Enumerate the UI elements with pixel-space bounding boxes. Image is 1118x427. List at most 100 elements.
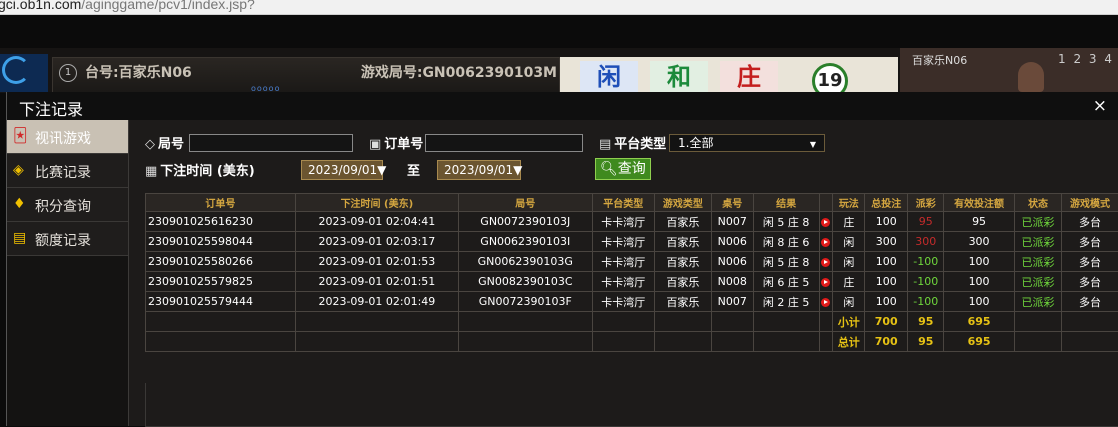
diamond-icon: ♦	[13, 197, 26, 211]
query-button[interactable]: 🔍︎查询	[595, 158, 651, 180]
table-cell: GN0082390103C	[459, 272, 592, 292]
table-cell: 230901025579825	[146, 272, 296, 292]
play-video-icon[interactable]	[819, 212, 833, 232]
play-video-icon[interactable]	[819, 232, 833, 252]
round-input[interactable]	[189, 134, 353, 152]
platform-select[interactable]: 1.全部▼	[669, 134, 825, 152]
column-header: 玩法	[833, 194, 865, 212]
table-cell: 95	[944, 212, 1015, 232]
bet-record-modal: 下注记录 × 🃏 视讯游戏 ◈ 比赛记录 ♦ 积分查询 ▤ 额度记录 ◇局号 ▣…	[6, 92, 1118, 426]
table-cell: GN0062390103G	[459, 252, 592, 272]
table-cell: 多台	[1062, 232, 1118, 252]
table-cell	[819, 312, 833, 332]
total-row: 总计70095695	[146, 332, 1118, 352]
document-icon: ▤	[13, 231, 26, 245]
subtotal-payout: 95	[908, 312, 944, 332]
table-cell	[295, 312, 458, 332]
player-bet-area[interactable]: 闲	[580, 61, 638, 93]
table-row[interactable]: 2309010255798252023-09-01 02:01:51GN0082…	[146, 272, 1118, 292]
sidebar-item-label: 积分查询	[35, 196, 91, 216]
dealer-image	[1018, 62, 1044, 92]
platform-label-text: 平台类型	[614, 137, 666, 152]
date-to-value: 2023/09/01	[444, 163, 513, 177]
platform-label: ▤平台类型	[599, 133, 666, 152]
table-cell: N008	[711, 272, 753, 292]
table-row[interactable]: 2309010255802662023-09-01 02:01:53GN0062…	[146, 252, 1118, 272]
table-cell	[711, 332, 753, 352]
sidebar-item-live-games[interactable]: 🃏 视讯游戏	[7, 120, 128, 154]
table-cell: 95	[908, 212, 944, 232]
table-cell: N006	[711, 252, 753, 272]
table-cell: 2023-09-01 02:03:17	[295, 232, 458, 252]
table-cell: 2023-09-01 02:01:49	[295, 292, 458, 312]
sidebar-item-match-records[interactable]: ◈ 比赛记录	[7, 154, 128, 188]
table-cell: 300	[944, 232, 1015, 252]
close-icon[interactable]: ×	[1093, 96, 1107, 116]
table-cell	[592, 332, 654, 352]
total-bet: 700	[865, 332, 908, 352]
table-cell	[1014, 312, 1061, 332]
sidebar-item-credit-records[interactable]: ▤ 额度记录	[7, 222, 128, 256]
play-icon[interactable]	[821, 238, 830, 247]
table-cell: 卡卡湾厅	[592, 212, 654, 232]
table-cell: 多台	[1062, 252, 1118, 272]
table-cell: 300	[908, 232, 944, 252]
brand-logo	[0, 54, 48, 92]
table-cell: 已派彩	[1014, 292, 1061, 312]
banker-bet-area[interactable]: 庄	[720, 61, 778, 93]
play-video-icon[interactable]	[819, 272, 833, 292]
table-cell: 100	[865, 212, 908, 232]
play-icon[interactable]	[821, 218, 830, 227]
table-cell: 2023-09-01 02:01:51	[295, 272, 458, 292]
table-cell: 卡卡湾厅	[592, 292, 654, 312]
betting-board: 闲 和 庄 19	[560, 57, 898, 93]
modal-header: 下注记录 ×	[7, 92, 1118, 120]
game-table-info: 1 台号:百家乐N06 游戏局号:GN0062390103M ooooo	[52, 57, 560, 95]
subtotal-label: 小计	[833, 312, 865, 332]
table-cell: 闲 8 庄 6	[753, 232, 819, 252]
browser-address-bar[interactable]: gci.ob1n.com/aginggame/pcv1/index.jsp?	[0, 0, 1118, 15]
table-cell: 闲 2 庄 5	[753, 292, 819, 312]
sidebar-item-label: 额度记录	[35, 230, 91, 250]
play-video-icon[interactable]	[819, 252, 833, 272]
date-to-picker[interactable]: 2023/09/01▼	[437, 160, 521, 180]
date-from-picker[interactable]: 2023/09/01▼	[301, 160, 383, 180]
table-cell	[1062, 332, 1118, 352]
table-cell: 100	[944, 272, 1015, 292]
column-header	[819, 194, 833, 212]
table-preview[interactable]: 百家乐N06 1 2 3 4	[900, 48, 1118, 93]
table-cell	[1062, 312, 1118, 332]
table-cell	[753, 312, 819, 332]
sidebar-item-label: 视讯游戏	[35, 128, 91, 148]
column-header: 局号	[459, 194, 592, 212]
table-cell: 已派彩	[1014, 272, 1061, 292]
play-icon[interactable]	[821, 278, 830, 287]
table-cell: -100	[908, 292, 944, 312]
table-cell: -100	[908, 272, 944, 292]
table-cell: 100	[944, 292, 1015, 312]
list-icon: ▤	[599, 137, 611, 152]
table-row[interactable]: 2309010256162302023-09-01 02:04:41GN0072…	[146, 212, 1118, 232]
column-header: 派彩	[908, 194, 944, 212]
table-cell: N007	[711, 292, 753, 312]
platform-select-value: 1.全部	[678, 136, 713, 150]
tag-icon: ◇	[145, 137, 155, 152]
table-cell: 百家乐	[654, 292, 711, 312]
play-icon[interactable]	[821, 258, 830, 267]
game-round-id: 游戏局号:GN0062390103M	[361, 62, 557, 82]
sidebar-item-points-query[interactable]: ♦ 积分查询	[7, 188, 128, 222]
table-cell: 闲 5 庄 8	[753, 252, 819, 272]
tie-bet-area[interactable]: 和	[650, 61, 708, 93]
column-header: 游戏模式	[1062, 194, 1118, 212]
search-icon: 🔍︎	[600, 161, 618, 177]
column-header: 游戏类型	[654, 194, 711, 212]
time-label: ▦下注时间 (美东)	[145, 160, 255, 179]
column-header: 结果	[753, 194, 819, 212]
table-row[interactable]: 2309010255980442023-09-01 02:03:17GN0062…	[146, 232, 1118, 252]
order-input[interactable]	[425, 134, 583, 152]
table-row[interactable]: 2309010255794442023-09-01 02:01:49GN0072…	[146, 292, 1118, 312]
table-cell	[146, 312, 296, 332]
url-host: gci.ob1n.com	[0, 0, 81, 12]
play-icon[interactable]	[821, 298, 830, 307]
play-video-icon[interactable]	[819, 292, 833, 312]
